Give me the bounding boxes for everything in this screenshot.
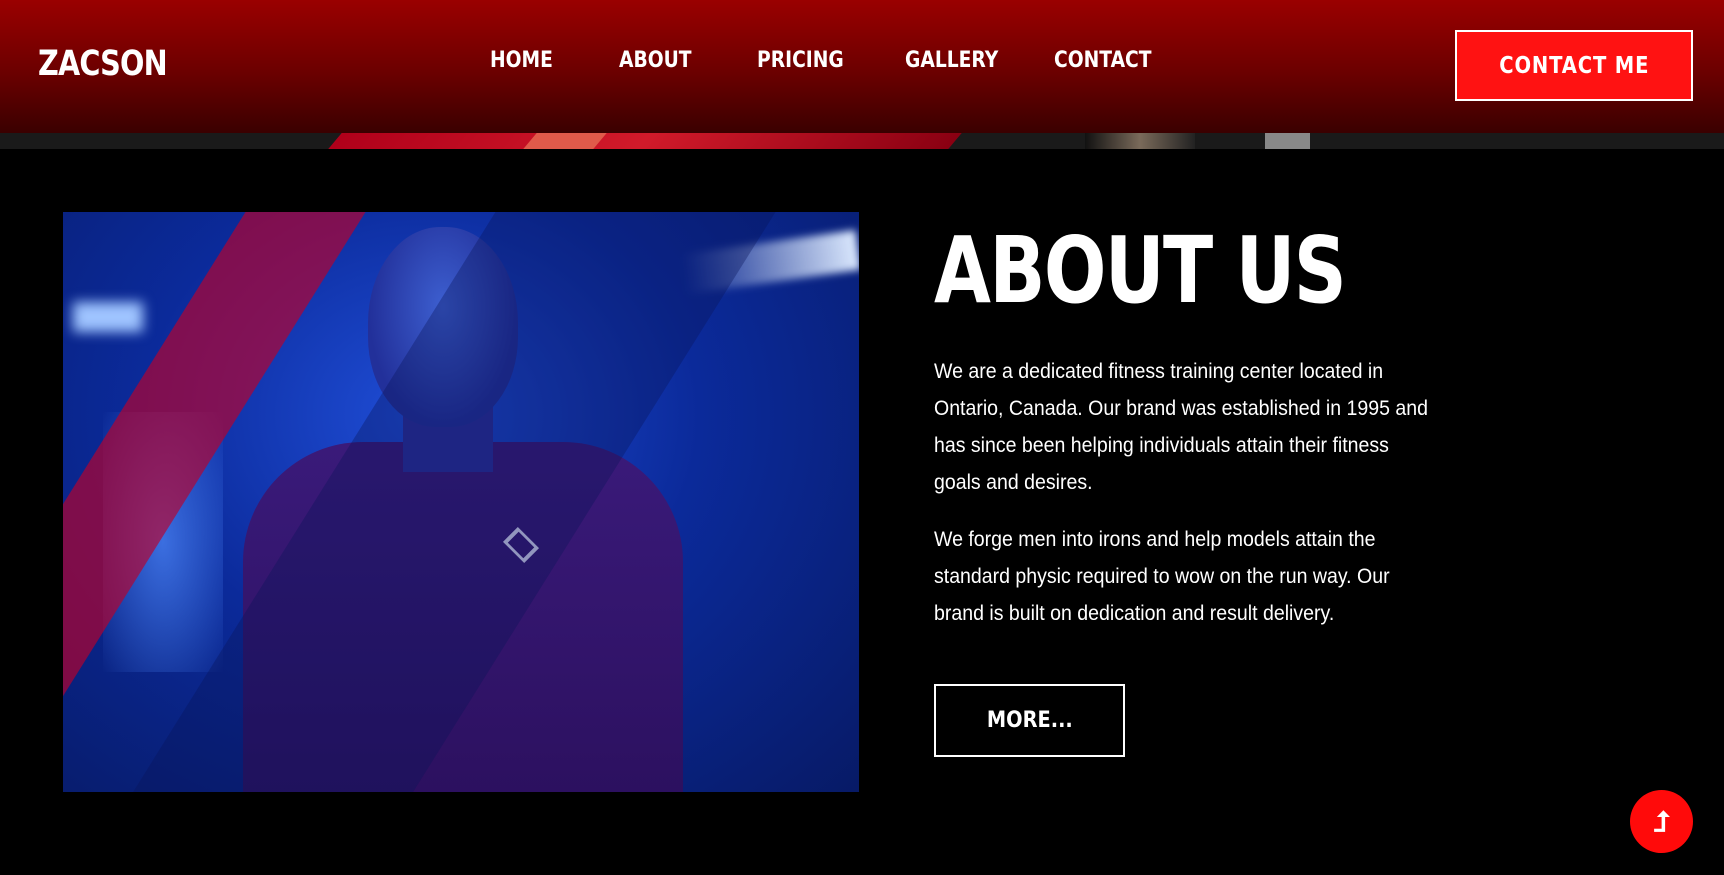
about-paragraph-1: We are a dedicated fitness training cent… <box>934 360 1429 494</box>
nav-item-pricing[interactable]: PRICING <box>757 48 854 73</box>
nav-item-gallery[interactable]: GALLERY <box>905 48 1003 73</box>
hero-gym-bar <box>1265 133 1310 149</box>
image-side-light <box>73 302 143 332</box>
contact-me-button[interactable]: CONTACT ME <box>1455 30 1693 101</box>
more-button[interactable]: MORE... <box>934 684 1125 757</box>
scroll-to-top-button[interactable]: ⮥ <box>1630 790 1693 853</box>
hero-red-stripe <box>328 133 962 149</box>
hero-image-strip <box>0 133 1724 149</box>
about-title: ABOUT US <box>934 217 1347 324</box>
site-logo[interactable]: ZACSON <box>38 44 168 84</box>
arrow-up-icon: ⮥ <box>1653 804 1670 838</box>
about-trainer-image <box>63 212 859 792</box>
nav-item-home[interactable]: HOME <box>490 48 571 73</box>
about-paragraph-2: We forge men into irons and help models … <box>934 528 1390 625</box>
hero-highlight-stripe <box>523 133 607 149</box>
nav-item-contact[interactable]: CONTACT <box>1054 48 1152 73</box>
main-nav: HOME ABOUT PRICING GALLERY CONTACT <box>490 48 1198 73</box>
contact-me-label: CONTACT ME <box>1498 52 1650 79</box>
more-button-label: MORE... <box>986 708 1073 733</box>
hero-figure <box>1085 133 1195 149</box>
nav-item-about[interactable]: ABOUT <box>619 48 707 73</box>
site-header: ZACSON HOME ABOUT PRICING GALLERY CONTAC… <box>0 0 1724 133</box>
